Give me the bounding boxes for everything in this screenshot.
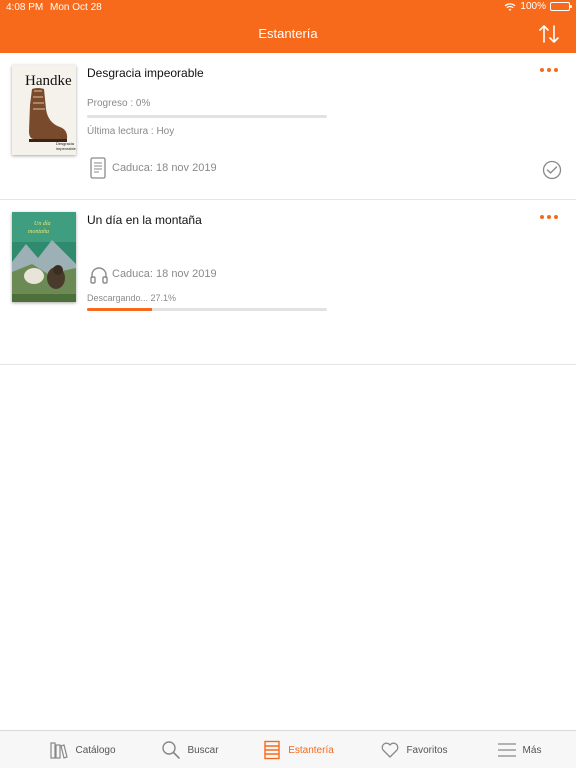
more-options-icon[interactable]	[540, 213, 560, 221]
cover-art: Un día montaña	[12, 212, 76, 302]
svg-text:impeorable: impeorable	[56, 146, 76, 151]
book-cover[interactable]: Handke Desgracia impeorable	[12, 65, 76, 155]
svg-text:Un día: Un día	[34, 221, 51, 227]
tab-buscar[interactable]: Buscar	[145, 731, 235, 768]
more-options-icon[interactable]	[540, 66, 560, 74]
sort-arrows-icon[interactable]	[538, 23, 560, 45]
document-icon	[90, 157, 106, 179]
menu-icon	[497, 743, 516, 757]
expiry-date: Caduca: 18 nov 2019	[112, 268, 217, 280]
tab-label: Estantería	[288, 744, 334, 756]
tab-label: Favoritos	[406, 744, 448, 756]
tab-label: Buscar	[187, 744, 219, 756]
check-circle-icon[interactable]	[542, 160, 562, 180]
book-list: Handke Desgracia impeorable Desgracia im…	[0, 53, 576, 365]
tab-bar: Catálogo Buscar Estantería Favoritos Más	[0, 730, 576, 768]
search-icon	[162, 741, 181, 759]
battery-percent: 100%	[520, 1, 546, 12]
download-progress-fill	[87, 308, 153, 311]
progress-label: Progreso : 0%	[87, 98, 151, 109]
book-title[interactable]: Un día en la montaña	[87, 213, 202, 227]
svg-text:montaña: montaña	[28, 229, 49, 235]
download-progress-bar	[87, 308, 327, 311]
tab-label: Catálogo	[75, 744, 116, 756]
top-bar: 4:08 PM Mon Oct 28 100% Estantería	[0, 0, 576, 53]
tab-label: Más	[522, 744, 542, 756]
tab-estanteria[interactable]: Estantería	[243, 731, 353, 768]
status-right: 100%	[504, 1, 572, 12]
tab-favoritos[interactable]: Favoritos	[359, 731, 469, 768]
page-title: Estantería	[258, 26, 318, 41]
download-status: Descargando... 27.1%	[87, 293, 177, 303]
battery-icon	[550, 2, 572, 11]
wifi-icon	[504, 2, 516, 11]
expiry-date: Caduca: 18 nov 2019	[112, 162, 217, 174]
status-bar: 4:08 PM Mon Oct 28 100%	[0, 0, 576, 16]
books-icon	[50, 742, 69, 759]
book-cover[interactable]: Un día montaña	[12, 212, 76, 302]
list-item[interactable]: Un día montaña Un día en la montaña Cadu…	[0, 200, 576, 365]
last-read-label: Última lectura : Hoy	[87, 126, 175, 137]
status-date: Mon Oct 28	[50, 2, 102, 13]
headphones-icon	[90, 267, 108, 284]
book-title[interactable]: Desgracia impeorable	[87, 66, 204, 80]
tab-catalogo[interactable]: Catálogo	[20, 731, 145, 768]
heart-icon	[382, 742, 399, 758]
shelf-icon	[264, 740, 280, 760]
tab-mas[interactable]: Más	[469, 731, 569, 768]
cover-art: Handke Desgracia impeorable	[12, 65, 76, 155]
status-time: 4:08 PM	[6, 2, 44, 13]
reading-progress-bar	[87, 115, 327, 118]
list-item[interactable]: Handke Desgracia impeorable Desgracia im…	[0, 53, 576, 200]
cover-author: Handke	[25, 73, 72, 89]
